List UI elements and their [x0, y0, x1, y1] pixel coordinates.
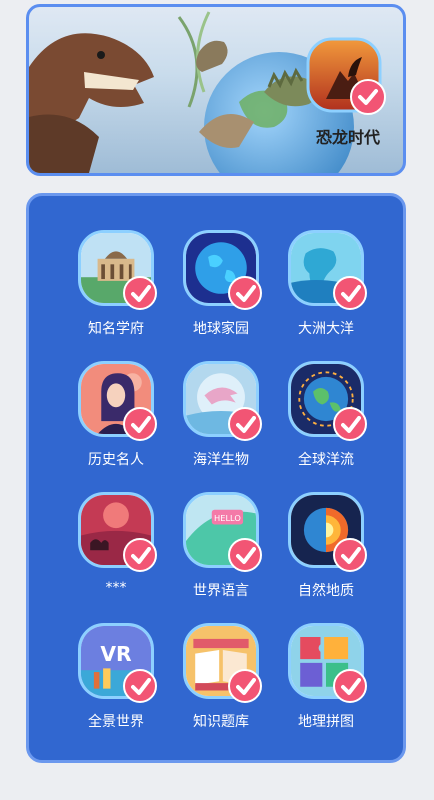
category-grid: 知名学府 地球家园 大洲大洋历史名人 海洋生物 全球洋流 *** HELLO 世界语言 自然地质… [29, 196, 403, 760]
category-item[interactable]: 知名学府 [66, 196, 166, 337]
checkmark-icon[interactable] [333, 407, 367, 441]
category-item[interactable]: 大洲大洋 [276, 196, 376, 337]
category-item[interactable]: *** [66, 458, 166, 596]
checkmark-icon[interactable] [123, 669, 157, 703]
checkmark-icon[interactable] [123, 276, 157, 310]
checkmark-icon[interactable] [123, 407, 157, 441]
checkmark-icon[interactable] [333, 276, 367, 310]
category-label: 地理拼图 [298, 714, 354, 730]
category-item[interactable]: 自然地质 [276, 458, 376, 599]
category-item[interactable]: 知识题库 [171, 589, 271, 730]
category-panel: 知名学府 地球家园 大洲大洋历史名人 海洋生物 全球洋流 *** HELLO 世界语言 自然地质… [26, 193, 406, 763]
banner-title: 恐龙时代 [315, 128, 380, 147]
category-item[interactable]: 海洋生物 [171, 327, 271, 468]
category-item[interactable]: HELLO 世界语言 [171, 458, 271, 599]
dinosaur-banner[interactable]: 恐龙时代 [26, 4, 406, 176]
checkmark-icon[interactable] [228, 669, 262, 703]
category-item[interactable]: 历史名人 [66, 327, 166, 468]
category-label: 全景世界 [88, 714, 144, 730]
svg-text:VR: VR [100, 642, 132, 666]
checkmark-icon[interactable] [333, 669, 367, 703]
checkmark-icon[interactable] [228, 538, 262, 572]
category-label: 知识题库 [193, 714, 249, 730]
checkmark-icon[interactable] [123, 538, 157, 572]
category-item[interactable]: VR 全景世界 [66, 589, 166, 730]
dinosaur-era-badge[interactable] [306, 37, 388, 119]
category-item[interactable]: 全球洋流 [276, 327, 376, 468]
checkmark-icon[interactable] [333, 538, 367, 572]
category-item[interactable]: 地理拼图 [276, 589, 376, 730]
svg-text:HELLO: HELLO [214, 513, 241, 523]
category-item[interactable]: 地球家园 [171, 196, 271, 337]
checkmark-icon[interactable] [228, 276, 262, 310]
checkmark-icon[interactable] [228, 407, 262, 441]
